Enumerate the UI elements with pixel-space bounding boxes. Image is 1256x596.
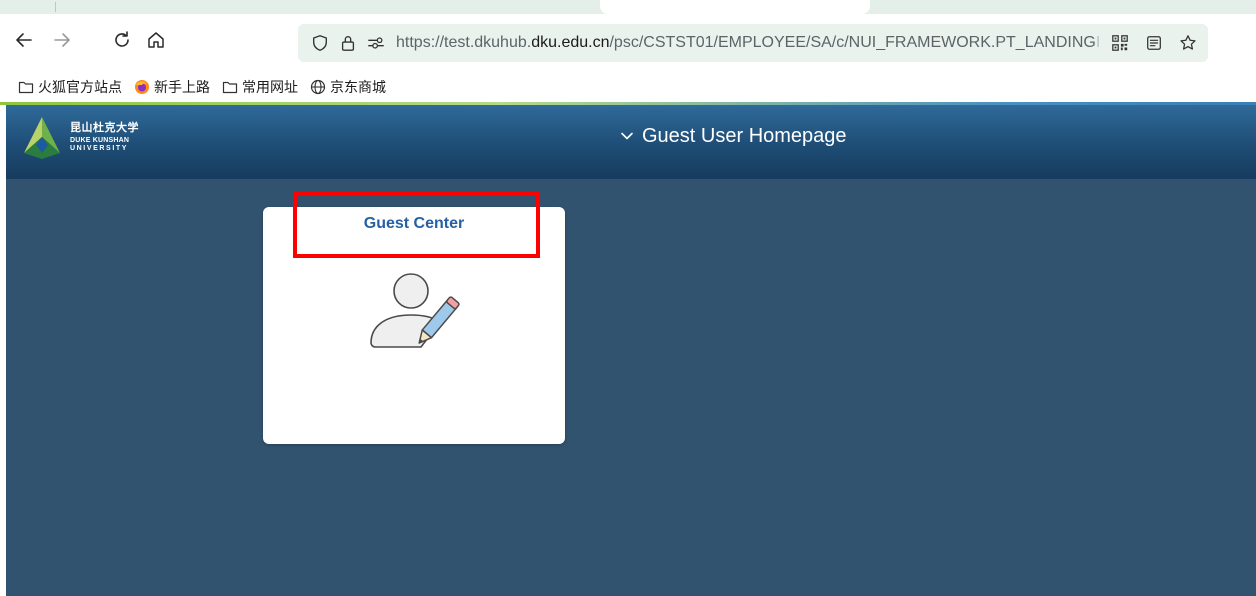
qr-code-icon[interactable]: [1110, 33, 1130, 53]
university-logo[interactable]: 昆山杜克大学 DUKE KUNSHAN UNIVERSITY: [18, 113, 178, 161]
browser-toolbar: https://test.dkuhub.dku.edu.cn/psc/CSTST…: [0, 14, 1256, 72]
url-prefix: https://test.dkuhub.: [396, 34, 532, 51]
globe-icon: [310, 79, 326, 95]
logo-english-line2: UNIVERSITY: [70, 145, 129, 152]
active-tab[interactable]: [600, 0, 870, 14]
logo-chinese-name: 昆山杜克大学: [70, 122, 139, 134]
url-bar-actions: [1110, 24, 1198, 62]
bookmark-label: 京东商城: [330, 79, 386, 95]
reload-icon: [115, 31, 129, 47]
bookmarks-toolbar: 火狐官方站点 新手上路 常用网址 京东商城: [0, 72, 1256, 102]
logo-mark-icon: [24, 117, 60, 159]
folder-icon: [18, 81, 34, 94]
bookmark-item[interactable]: 京东商城: [310, 77, 386, 97]
lock-icon[interactable]: [338, 33, 358, 53]
tab-strip: [0, 0, 1256, 14]
permissions-icon[interactable]: [366, 33, 386, 53]
bookmark-item[interactable]: 火狐官方站点: [18, 77, 122, 97]
url-text[interactable]: https://test.dkuhub.dku.edu.cn/psc/CSTST…: [396, 34, 1116, 52]
reload-button[interactable]: [106, 24, 138, 56]
annotation-highlight-box: [293, 192, 540, 258]
forward-arrow-icon: [54, 33, 70, 47]
forward-button[interactable]: [46, 24, 78, 56]
url-overflow: I: [1095, 34, 1101, 51]
user-edit-icon: [370, 273, 460, 348]
reader-view-icon[interactable]: [1144, 33, 1164, 53]
url-bar[interactable]: https://test.dkuhub.dku.edu.cn/psc/CSTST…: [298, 24, 1208, 62]
bookmark-item[interactable]: 常用网址: [222, 77, 298, 97]
chevron-down-icon: [621, 132, 633, 140]
bookmark-label: 常用网址: [242, 79, 298, 95]
url-host: dku.edu.cn: [531, 34, 610, 51]
bookmark-label: 火狐官方站点: [38, 79, 122, 95]
bookmark-item[interactable]: 新手上路: [134, 77, 210, 97]
app-header: 昆山杜克大学 DUKE KUNSHAN UNIVERSITY Guest Use…: [6, 105, 1256, 179]
firefox-icon: [135, 80, 149, 94]
shield-icon[interactable]: [310, 33, 330, 53]
back-button[interactable]: [8, 24, 40, 56]
home-icon: [148, 32, 164, 48]
logo-text: 昆山杜克大学 DUKE KUNSHAN UNIVERSITY: [70, 122, 139, 153]
back-arrow-icon: [16, 33, 32, 47]
tab-separator: [55, 2, 56, 12]
folder-icon: [222, 81, 238, 94]
bookmark-label: 新手上路: [154, 79, 210, 95]
app-container: 昆山杜克大学 DUKE KUNSHAN UNIVERSITY Guest Use…: [6, 105, 1256, 596]
bookmark-star-icon[interactable]: [1178, 33, 1198, 53]
home-button[interactable]: [140, 24, 172, 56]
logo-english-line1: DUKE KUNSHAN: [70, 137, 130, 144]
homepage-selector[interactable]: Guest User Homepage: [620, 121, 847, 151]
page-title: Guest User Homepage: [642, 124, 847, 147]
url-path: /psc/CSTST01/EMPLOYEE/SA/c/NUI_FRAMEWORK…: [609, 34, 1096, 51]
